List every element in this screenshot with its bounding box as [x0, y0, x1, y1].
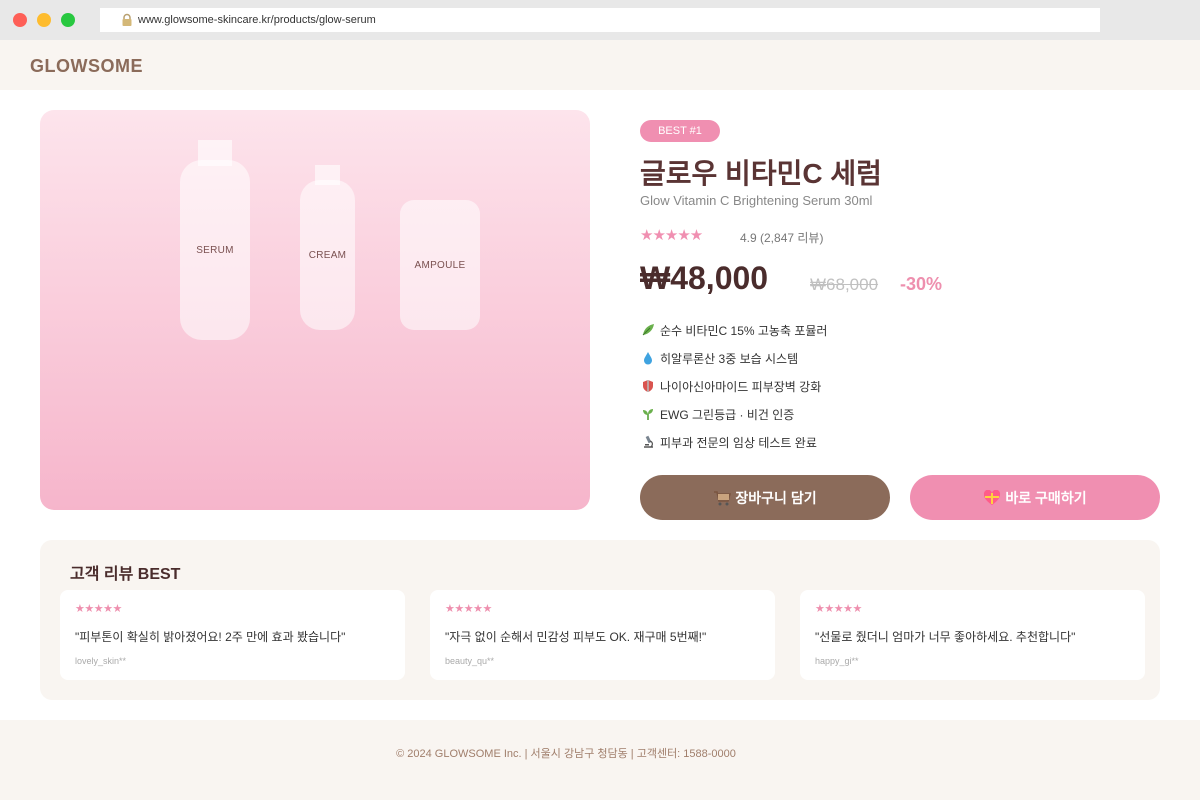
window-close-button[interactable] — [13, 13, 27, 27]
gift-heart-icon — [983, 489, 1001, 506]
brand-logo[interactable]: GLOWSOME — [30, 56, 143, 77]
seedling-icon — [640, 406, 656, 422]
cart-icon — [713, 490, 732, 506]
review-stars: ★★★★★ — [445, 603, 492, 615]
reviews-title: 고객 리뷰 BEST — [70, 566, 181, 583]
window-maximize-button[interactable] — [61, 13, 75, 27]
review-card[interactable]: ★★★★★ "선물로 줬더니 엄마가 너무 좋아하세요. 추천합니다" happ… — [800, 590, 1145, 680]
product-subtitle: Glow Vitamin C Brightening Serum 30ml — [640, 193, 873, 208]
cream-label: CREAM — [308, 249, 347, 261]
product-title: 글로우 비타민C 세럼 — [640, 158, 882, 189]
serum-label: SERUM — [196, 244, 234, 256]
feature-item: EWG 그린등급 · 비건 인증 — [640, 400, 827, 428]
footer-text: © 2024 GLOWSOME Inc. | 서울시 강남구 청담동 | 고객센… — [396, 748, 736, 760]
browser-chrome: www.glowsome-skincare.kr/products/glow-s… — [0, 0, 1200, 40]
review-card[interactable]: ★★★★★ "자극 없이 순해서 민감성 피부도 OK. 재구매 5번째!" b… — [430, 590, 775, 680]
review-text: "피부톤이 확실히 밝아졌어요! 2주 만에 효과 봤습니다" — [75, 630, 346, 644]
url-text: www.glowsome-skincare.kr/products/glow-s… — [138, 14, 376, 26]
feature-text: 나이아신아마이드 피부장벽 강화 — [660, 379, 822, 394]
original-price: ₩68,000 — [810, 275, 879, 294]
sale-price: ₩48,000 — [640, 260, 769, 296]
best-badge: BEST #1 — [640, 120, 720, 142]
feature-item: 피부과 전문의 임상 테스트 완료 — [640, 428, 827, 456]
feature-text: 히알루론산 3중 보습 시스템 — [660, 351, 799, 366]
herb-icon — [640, 322, 656, 338]
site-footer: © 2024 GLOWSOME Inc. | 서울시 강남구 청담동 | 고객센… — [0, 720, 1200, 800]
address-bar[interactable]: www.glowsome-skincare.kr/products/glow-s… — [100, 8, 1100, 32]
window-minimize-button[interactable] — [37, 13, 51, 27]
discount-rate: -30% — [900, 274, 943, 294]
buy-now-label: 바로 구매하기 — [1005, 489, 1087, 506]
feature-item: 나이아신아마이드 피부장벽 강화 — [640, 372, 827, 400]
feature-text: 피부과 전문의 임상 테스트 완료 — [660, 435, 817, 450]
feature-text: 순수 비타민C 15% 고농축 포뮬러 — [660, 323, 828, 338]
rating-stars: ★★★★★ — [640, 227, 703, 244]
shield-icon — [640, 378, 656, 394]
ampoule-label: AMPOULE — [414, 259, 466, 271]
feature-item: 순수 비타민C 15% 고농축 포뮬러 — [640, 316, 827, 344]
review-text: "선물로 줬더니 엄마가 너무 좋아하세요. 추천합니다" — [815, 630, 1076, 644]
lock-icon — [120, 13, 134, 27]
add-to-cart-button[interactable]: 장바구니 담기 — [640, 475, 890, 520]
buy-now-button[interactable]: 바로 구매하기 — [910, 475, 1160, 520]
review-author: happy_gi** — [815, 656, 859, 666]
rating-text[interactable]: 4.9 (2,847 리뷰) — [740, 229, 823, 246]
ampoule-bottle: AMPOULE — [400, 200, 480, 330]
product-image[interactable]: SERUM CREAM AMPOULE — [40, 110, 590, 510]
add-to-cart-label: 장바구니 담기 — [735, 489, 817, 506]
review-author: beauty_qu** — [445, 656, 495, 666]
review-stars: ★★★★★ — [75, 603, 122, 615]
droplet-icon — [640, 350, 656, 366]
best-reviews-section: 고객 리뷰 BEST ★★★★★ "피부톤이 확실히 밝아졌어요! 2주 만에 … — [40, 540, 1160, 700]
review-text: "자극 없이 순해서 민감성 피부도 OK. 재구매 5번째!" — [445, 630, 707, 644]
feature-item: 히알루론산 3중 보습 시스템 — [640, 344, 827, 372]
cream-bottle: CREAM — [300, 180, 355, 330]
review-card[interactable]: ★★★★★ "피부톤이 확실히 밝아졌어요! 2주 만에 효과 봤습니다" lo… — [60, 590, 405, 680]
review-author: lovely_skin** — [75, 656, 127, 666]
serum-bottle: SERUM — [180, 160, 250, 340]
review-stars: ★★★★★ — [815, 603, 862, 615]
feature-text: EWG 그린등급 · 비건 인증 — [660, 407, 795, 422]
feature-list: 순수 비타민C 15% 고농축 포뮬러 히알루론산 3중 보습 시스템 나이아신… — [640, 316, 827, 456]
site-header: GLOWSOME — [0, 40, 1200, 90]
microscope-icon — [640, 434, 656, 450]
